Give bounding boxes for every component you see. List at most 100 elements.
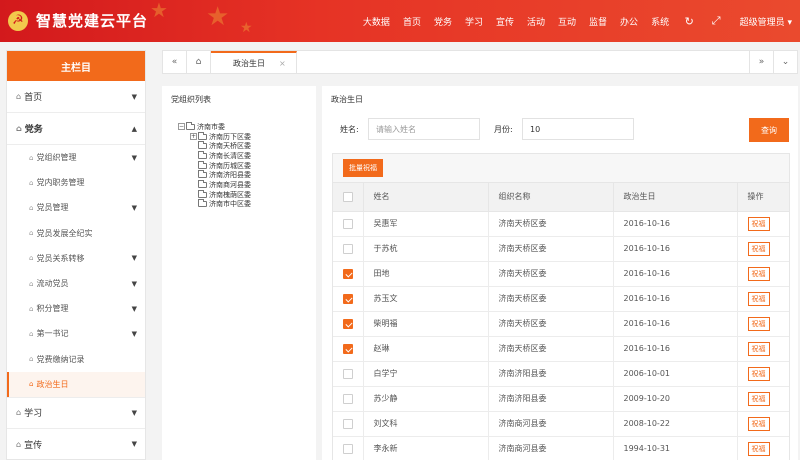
folder-icon <box>198 179 207 188</box>
chevron-down-icon[interactable]: ⌄ <box>773 51 797 73</box>
sidebar-subitem[interactable]: ⌂ 流动党员 ▼ <box>7 271 145 296</box>
bless-button[interactable]: 祝福 <box>747 366 770 381</box>
select-all-cell <box>333 183 364 212</box>
tree-node-root[interactable]: − 济南市委 <box>178 121 251 132</box>
name-input[interactable]: 请输入姓名 <box>368 118 480 140</box>
refresh-icon[interactable]: ↻ <box>685 15 694 28</box>
row-checkbox[interactable] <box>342 418 353 429</box>
tree-node[interactable]: 济南槐荫区委 <box>178 189 251 200</box>
tree-node[interactable]: 济南天桥区委 <box>178 141 251 151</box>
row-checkbox[interactable] <box>342 218 353 229</box>
row-checkbox[interactable] <box>342 368 353 379</box>
bless-button[interactable]: 祝福 <box>747 241 770 256</box>
bless-button[interactable]: 祝福 <box>747 416 770 431</box>
bless-button[interactable]: 祝福 <box>747 291 770 306</box>
tree-node[interactable]: 济南长清区委 <box>178 150 251 161</box>
table-row: 赵琳 济南天桥区委 2016-10-16 祝福 <box>333 336 789 362</box>
sidebar-item-home[interactable]: ⌂ 首页 ▼ <box>7 81 145 113</box>
data-table: 姓名 组织名称 政治生日 操作 吴惠军 济南天桥区委 2016-10-16 祝福 于苏杭… <box>333 183 789 460</box>
nav-system[interactable]: 系统 <box>651 15 669 28</box>
bless-button[interactable]: 祝福 <box>747 266 770 281</box>
sidebar-item-label: 党务 <box>24 125 43 135</box>
sidebar-subitem[interactable]: ⌂ 党组织管理 ▼ <box>7 145 145 170</box>
nav-home[interactable]: 首页 <box>403 15 421 28</box>
sidebar-item-label: 首页 <box>24 93 43 103</box>
batch-bless-button[interactable]: 批量祝福 <box>343 159 383 177</box>
cell-action: 祝福 <box>737 311 789 337</box>
month-label: 月份: <box>494 125 513 134</box>
sidebar-subitem[interactable]: ⌂ 党费缴纳记录 <box>7 347 145 372</box>
chevron-down-icon: ▼ <box>131 254 137 263</box>
row-checkbox[interactable] <box>342 243 353 254</box>
row-checkbox[interactable] <box>342 443 353 454</box>
sidebar-subitem[interactable]: ⌂ 政治生日 <box>7 371 145 397</box>
sidebar-title: 主栏目 <box>7 51 145 81</box>
sidebar-subitem[interactable]: ⌂ 第一书记 ▼ <box>7 321 145 346</box>
sidebar-item-study[interactable]: ⌂ 学习 ▼ <box>7 396 145 429</box>
bless-button[interactable]: 祝福 <box>747 391 770 406</box>
sidebar-subitem[interactable]: ⌂ 党员管理 ▼ <box>7 195 145 220</box>
tab-political-birthday[interactable]: 政治生日 × <box>211 51 297 73</box>
cell-org: 济南天桥区委 <box>488 211 614 237</box>
row-checkbox[interactable] <box>342 293 353 304</box>
sidebar-subitem[interactable]: ⌂ 党员关系转移 ▼ <box>7 246 145 271</box>
select-all-checkbox[interactable] <box>342 191 353 202</box>
home-icon: ⌂ <box>16 439 22 449</box>
double-left-icon[interactable]: « <box>163 51 187 73</box>
home-icon: ⌂ <box>29 380 34 389</box>
admin-user-menu[interactable]: 超级管理员 ▾ <box>740 15 792 28</box>
sidebar-subitem[interactable]: ⌂ 积分管理 ▼ <box>7 296 145 321</box>
home-icon[interactable]: ⌂ <box>187 51 211 73</box>
chevron-down-icon: ▼ <box>131 304 137 313</box>
tree-node[interactable]: 济南商河县委 <box>178 179 251 190</box>
tree-node[interactable]: 济南市中区委 <box>178 199 251 210</box>
bless-button[interactable]: 祝福 <box>747 441 770 456</box>
home-icon: ⌂ <box>29 203 34 212</box>
row-checkbox[interactable] <box>342 343 353 354</box>
row-select-cell <box>333 211 364 237</box>
table-toolbar: 批量祝福 <box>333 154 789 183</box>
close-icon[interactable]: × <box>279 59 286 68</box>
sidebar-item-publicity[interactable]: ⌂ 宣传 ▼ <box>7 429 145 459</box>
row-select-cell <box>333 336 364 362</box>
cell-name: 吴惠军 <box>363 211 489 237</box>
nav-office[interactable]: 办公 <box>620 15 638 28</box>
tree-node[interactable]: 济南济阳县委 <box>178 170 251 180</box>
sidebar-subitem[interactable]: ⌂ 党内职务管理 <box>7 170 145 195</box>
cell-action: 祝福 <box>737 211 789 237</box>
month-input[interactable]: 10 <box>522 118 634 140</box>
collapse-icon[interactable]: − <box>178 123 185 131</box>
sidebar-group-party-affairs[interactable]: ⌂ 党务 ▲ <box>7 113 145 145</box>
tree-node[interactable]: + 济南历下区委 <box>178 131 251 142</box>
fullscreen-icon[interactable]: ⤢ <box>712 14 721 28</box>
bless-button[interactable]: 祝福 <box>747 316 770 331</box>
row-checkbox[interactable] <box>342 318 353 329</box>
cell-birthday: 2016-10-16 <box>613 286 738 312</box>
nav-bigdata[interactable]: 大数据 <box>363 15 390 28</box>
nav-interaction[interactable]: 互动 <box>558 15 576 28</box>
bless-button[interactable]: 祝福 <box>747 341 770 356</box>
expand-icon[interactable]: + <box>190 133 197 141</box>
row-select-cell <box>333 236 364 262</box>
app-logo[interactable]: ☭ 智慧党建云平台 <box>8 10 148 31</box>
folder-icon <box>198 189 207 198</box>
nav-study[interactable]: 学习 <box>465 15 483 28</box>
nav-supervision[interactable]: 监督 <box>589 15 607 28</box>
sidebar-subitem[interactable]: ⌂ 党员发展全纪实 <box>7 221 145 246</box>
sidebar-item-label: 学习 <box>24 409 43 420</box>
row-checkbox[interactable] <box>342 268 353 279</box>
column-header-birthday: 政治生日 <box>613 183 738 212</box>
nav-activity[interactable]: 活动 <box>527 15 545 28</box>
double-right-icon[interactable]: » <box>749 51 773 73</box>
tree-node[interactable]: 济南历城区委 <box>178 160 251 171</box>
column-header-action: 操作 <box>737 183 789 212</box>
chevron-down-icon: ▼ <box>131 203 137 212</box>
panel-title: 党组织列表 <box>171 95 211 104</box>
row-checkbox[interactable] <box>342 393 353 404</box>
query-button[interactable]: 查询 <box>749 118 789 142</box>
nav-party-affairs[interactable]: 党务 <box>434 15 452 28</box>
nav-publicity[interactable]: 宣传 <box>496 15 514 28</box>
table-row: 苏少静 济南济阳县委 2009-10-20 祝福 <box>333 386 789 412</box>
folder-icon <box>198 131 207 140</box>
bless-button[interactable]: 祝福 <box>747 216 770 231</box>
